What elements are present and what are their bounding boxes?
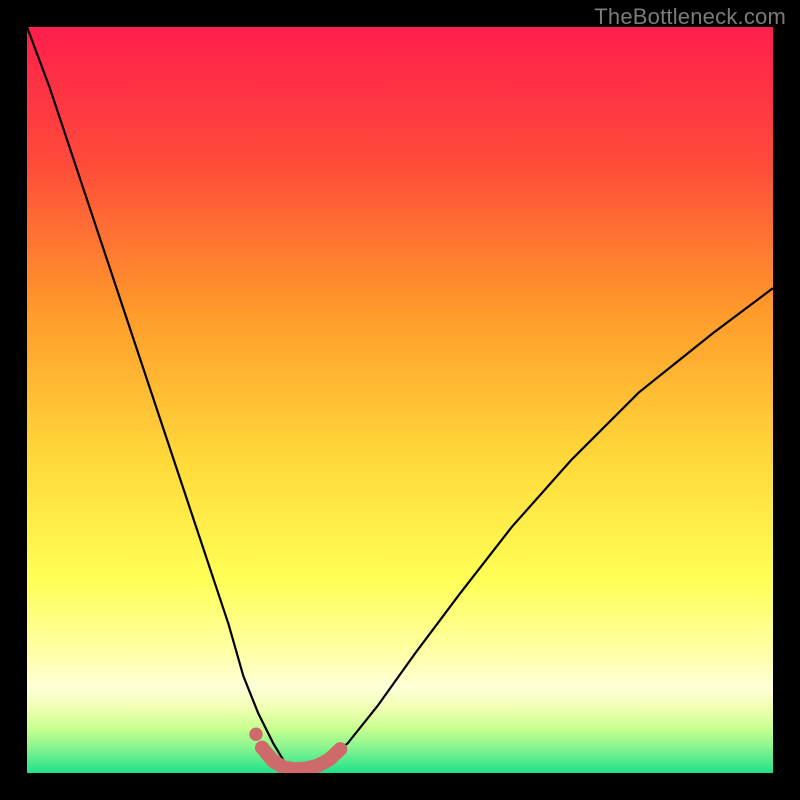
gradient-background	[27, 27, 773, 773]
chart-frame: TheBottleneck.com	[0, 0, 800, 800]
watermark-text: TheBottleneck.com	[594, 4, 786, 30]
bottleneck-chart	[27, 27, 773, 773]
highlight-dot	[249, 727, 262, 740]
